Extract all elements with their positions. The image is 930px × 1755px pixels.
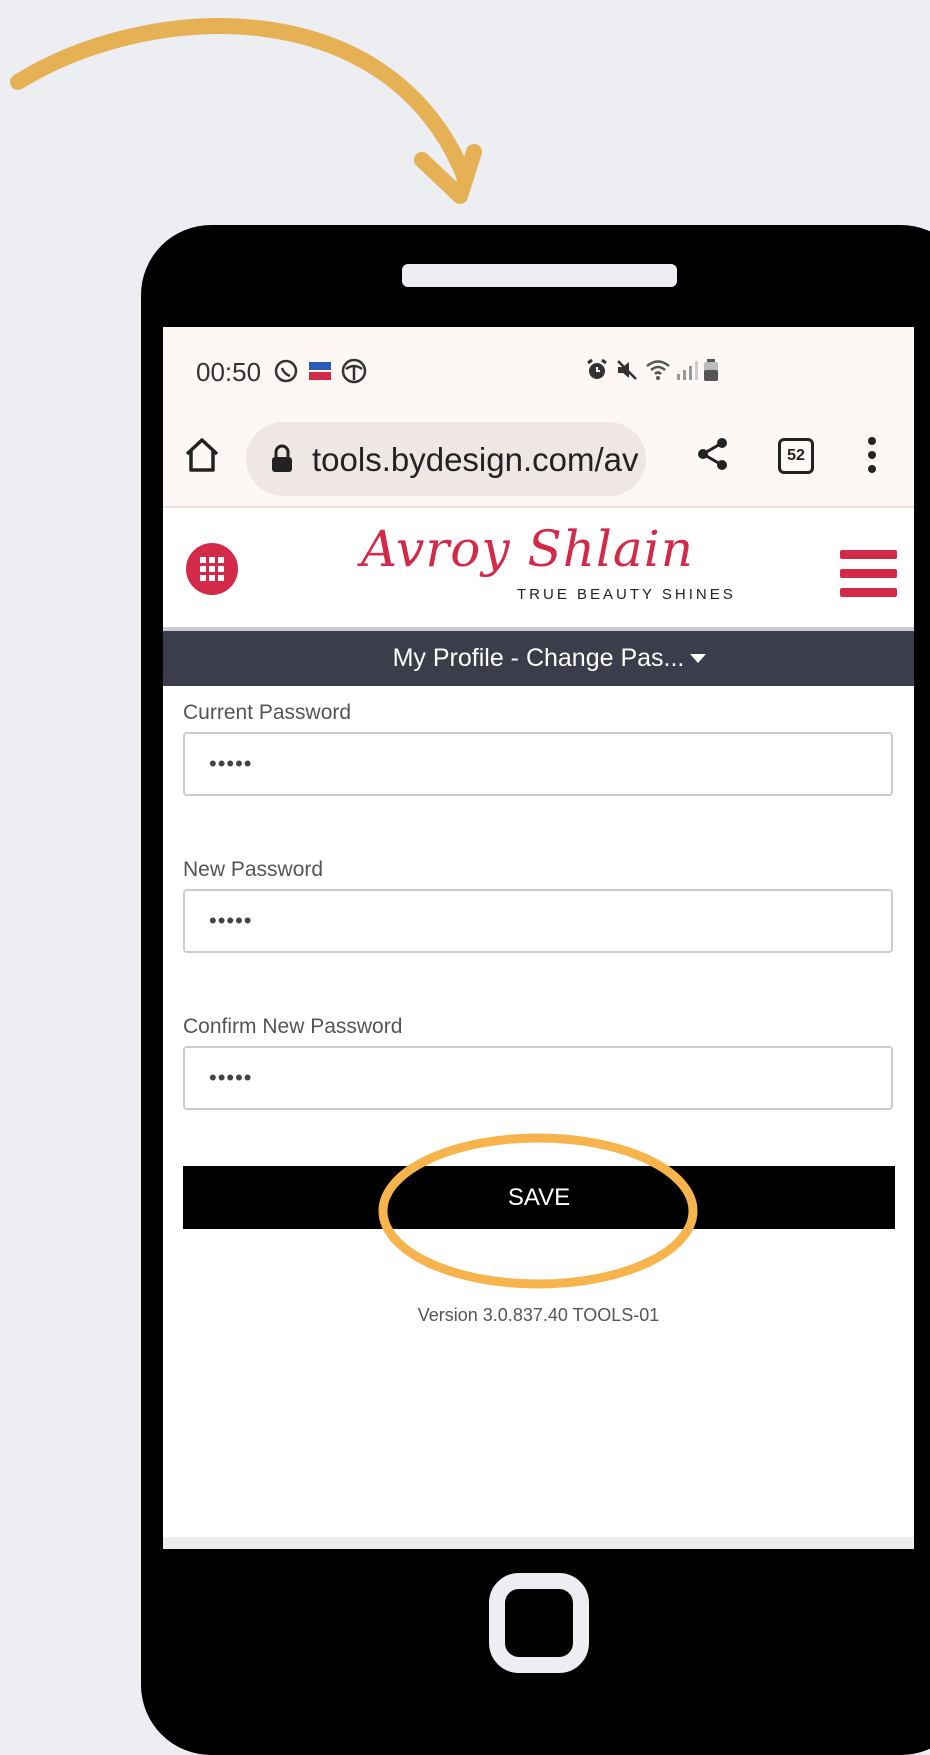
status-time: 00:50 <box>196 357 262 387</box>
browser-toolbar: tools.bydesign.com/av 52 <box>163 407 914 508</box>
site-logo[interactable]: Avroy Shlain <box>361 520 694 578</box>
chevron-down-icon <box>690 654 706 663</box>
mute-icon <box>617 360 637 380</box>
save-button[interactable]: SAVE <box>183 1166 895 1229</box>
site-header: Avroy Shlain TRUE BEAUTY SHINES <box>163 508 914 631</box>
tabs-count-button[interactable]: 52 <box>778 438 814 474</box>
page-title: My Profile - Change Pas... <box>392 644 685 672</box>
confirm-password-input[interactable]: ••••• <box>183 1046 893 1110</box>
apps-grid-icon[interactable] <box>186 543 238 595</box>
wifi-icon <box>646 360 670 380</box>
new-password-input[interactable]: ••••• <box>183 889 893 953</box>
address-bar[interactable]: tools.bydesign.com/av <box>246 422 646 496</box>
signal-icon <box>677 361 698 380</box>
app-notification-icon <box>309 362 331 380</box>
version-text: Version 3.0.837.40 TOOLS-01 <box>417 1305 660 1325</box>
annotation-arrow <box>10 18 482 204</box>
screen-bottom-bar <box>163 1537 914 1549</box>
alarm-icon <box>587 358 607 379</box>
menu-icon[interactable] <box>840 550 897 598</box>
whatsapp-icon <box>274 359 298 383</box>
status-bar: 00:50 <box>163 327 914 407</box>
phone-screen: 00:50 tools.bydesign.com/av 52 Avroy Shl… <box>163 327 914 1549</box>
new-password-label: New Password <box>183 858 324 881</box>
confirm-password-label: Confirm New Password <box>183 1015 403 1038</box>
url-text: tools.bydesign.com/av <box>312 441 639 478</box>
phone-speaker <box>402 264 677 287</box>
phone-home-button[interactable] <box>489 1573 589 1673</box>
page-selector-dropdown[interactable]: My Profile - Change Pas... <box>163 631 914 686</box>
app-notification-icon <box>341 358 367 384</box>
current-password-label: Current Password <box>183 701 352 724</box>
lock-icon <box>272 444 292 472</box>
home-icon[interactable] <box>183 436 221 474</box>
current-password-input[interactable]: ••••• <box>183 732 893 796</box>
more-options-icon[interactable] <box>866 436 878 474</box>
battery-icon <box>704 359 718 381</box>
site-tagline: TRUE BEAUTY SHINES <box>517 586 736 603</box>
share-icon[interactable] <box>695 436 731 472</box>
